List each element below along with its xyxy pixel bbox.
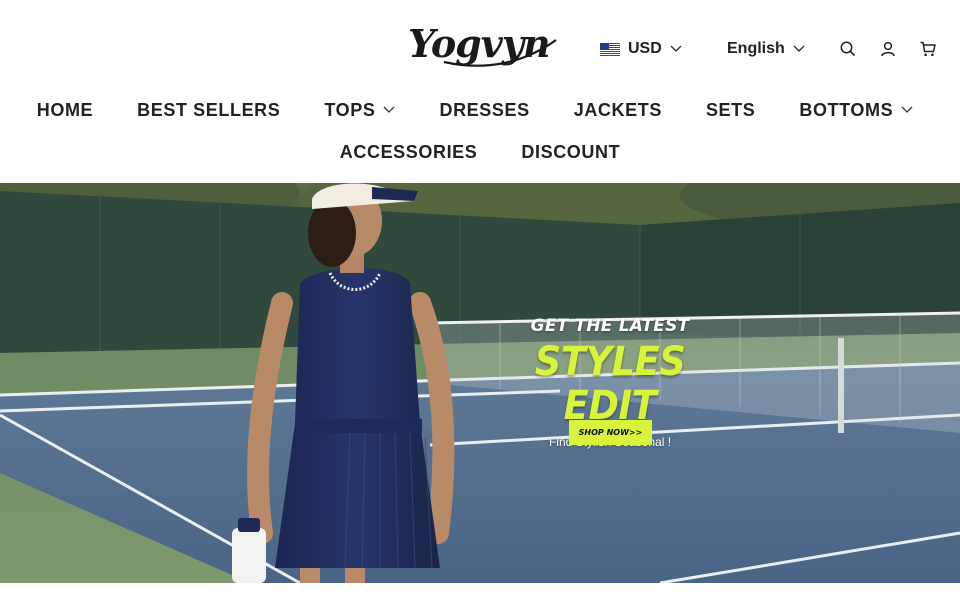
nav-item-dresses[interactable]: DRESSES (439, 100, 529, 121)
hero-banner[interactable]: GET THE LATEST STYLES EDIT Find Stylish … (0, 183, 960, 583)
nav-item-accessories[interactable]: ACCESSORIES (340, 142, 478, 163)
hero-headline: STYLES EDIT (534, 339, 686, 429)
nav-item-home[interactable]: HOME (37, 100, 93, 121)
nav-label: TOPS (324, 99, 376, 120)
nav-label: JACKETS (573, 99, 662, 120)
nav-label: ACCESSORIES (339, 141, 478, 162)
site-header: Yogvyn USD English HOME BEST SELLERS TOP… (0, 0, 960, 183)
nav-item-best-sellers[interactable]: BEST SELLERS (137, 100, 280, 121)
chevron-down-icon (384, 106, 395, 113)
account-icon[interactable] (879, 40, 897, 58)
us-flag-icon (600, 42, 620, 56)
language-label: English (727, 40, 785, 57)
currency-selector[interactable]: USD (600, 37, 682, 61)
nav-label: BEST SELLERS (137, 99, 281, 120)
nav-label: HOME (36, 99, 94, 120)
nav-label: DISCOUNT (521, 141, 621, 162)
nav-item-discount[interactable]: DISCOUNT (521, 142, 620, 163)
cart-icon[interactable] (919, 40, 937, 58)
nav-item-jackets[interactable]: JACKETS (574, 100, 662, 121)
main-nav-row-1: HOME BEST SELLERS TOPS DRESSES JACKETS S… (0, 97, 960, 123)
chevron-down-icon (670, 45, 682, 52)
nav-label: BOTTOMS (799, 99, 894, 120)
language-selector[interactable]: English (727, 37, 805, 61)
nav-item-sets[interactable]: SETS (706, 100, 755, 121)
main-nav-row-2: ACCESSORIES DISCOUNT (0, 139, 960, 165)
nav-item-tops[interactable]: TOPS (324, 100, 395, 121)
nav-label: DRESSES (439, 99, 530, 120)
nav-label: SETS (705, 99, 756, 120)
nav-item-bottoms[interactable]: BOTTOMS (799, 100, 913, 121)
shop-now-button[interactable]: SHOP NOW>> (569, 420, 652, 445)
logo-swoosh-icon (443, 39, 557, 67)
chevron-down-icon (793, 45, 805, 52)
search-icon[interactable] (839, 40, 857, 58)
hero-kicker: GET THE LATEST (530, 316, 690, 336)
chevron-down-icon (901, 106, 913, 113)
currency-label: USD (628, 40, 662, 57)
